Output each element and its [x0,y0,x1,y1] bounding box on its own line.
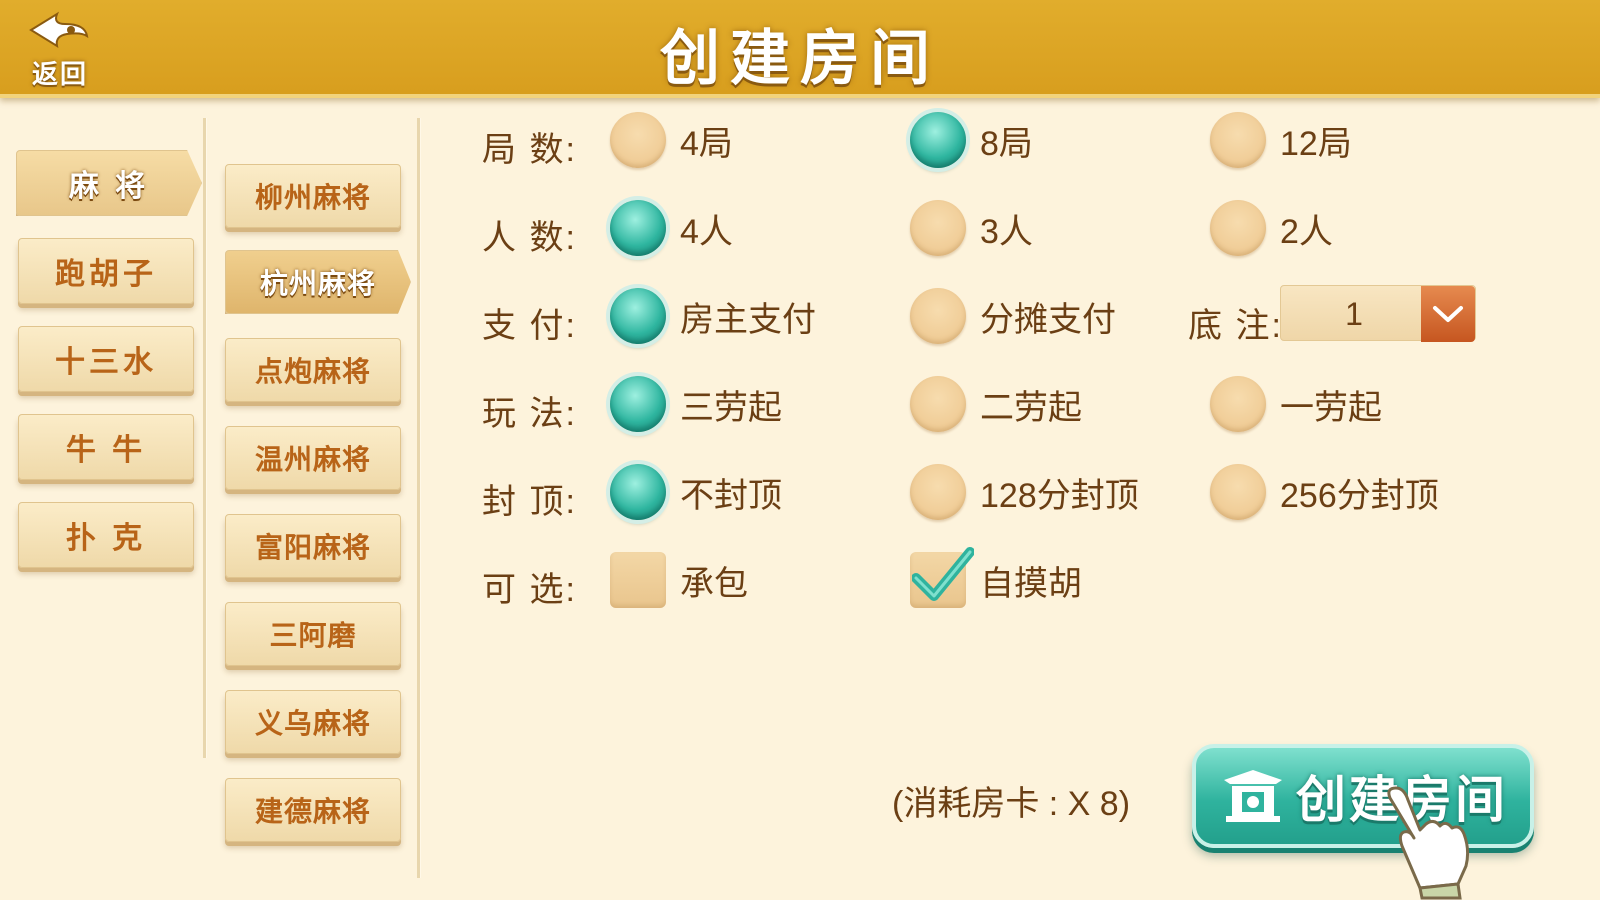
players-label: 人 数: [482,219,577,257]
chevron-down-icon[interactable] [1421,286,1475,342]
extras-option-contract[interactable]: 承包 [610,552,748,608]
game-label: 柳州麻将 [254,182,371,213]
rounds-option-4[interactable]: 4局 [610,112,733,168]
category-label: 跑胡子 [55,258,157,291]
option-label: 房主支付 [680,300,816,339]
option-label: 128分封顶 [980,476,1139,515]
radio-selected-icon [610,288,666,344]
game-dianpao-mahjong[interactable]: 点炮麻将 [225,338,401,402]
extras-label: 可 选: [482,571,577,609]
radio-selected-icon [610,376,666,432]
category-shisanshui[interactable]: 十三水 [18,326,194,392]
play-option-3[interactable]: 三劳起 [610,376,782,432]
cap-option-128[interactable]: 128分封顶 [910,464,1139,520]
extras-option-self-draw[interactable]: 自摸胡 [910,547,1082,608]
radio-icon [1210,200,1266,256]
rounds-option-12[interactable]: 12局 [1210,112,1352,168]
checkbox-checked-icon [910,547,974,608]
players-option-3[interactable]: 3人 [910,200,1033,256]
option-label: 自摸胡 [980,564,1082,603]
radio-selected-icon [910,112,966,168]
game-label: 温州麻将 [254,444,371,475]
pointing-hand-icon [1387,786,1470,900]
game-yiwu-mahjong[interactable]: 义乌麻将 [225,690,401,754]
rounds-label: 局 数: [482,131,577,169]
radio-icon [910,464,966,520]
category-paohuzi[interactable]: 跑胡子 [18,238,194,304]
payment-label: 支 付: [482,307,577,345]
game-label: 三阿磨 [269,620,357,651]
players-option-2[interactable]: 2人 [1210,200,1333,256]
option-label: 一劳起 [1280,388,1382,427]
category-label: 牛 牛 [65,434,147,467]
radio-icon [910,288,966,344]
cap-label: 封 顶: [482,483,577,521]
category-niuniu[interactable]: 牛 牛 [18,414,194,480]
play-option-1[interactable]: 一劳起 [1210,376,1382,432]
option-label: 3人 [980,212,1033,251]
game-sanamo[interactable]: 三阿磨 [225,602,401,666]
option-label: 8局 [980,124,1033,163]
divider [203,118,207,758]
radio-selected-icon [610,200,666,256]
category-label: 十三水 [55,346,157,379]
top-bar: 返回 创建房间 [0,0,1600,98]
category-label: 扑 克 [65,522,147,555]
option-label: 4人 [680,212,733,251]
create-room-button[interactable]: 创建房间 [1192,744,1534,848]
play-label: 玩 法: [482,395,577,433]
radio-icon [1210,112,1266,168]
play-option-2[interactable]: 二劳起 [910,376,1082,432]
option-label: 承包 [680,564,748,603]
option-label: 2人 [1280,212,1333,251]
room-card-cost: (消耗房卡 : X 8) [892,785,1131,823]
game-hangzhou-mahjong[interactable]: 杭州麻将 [225,250,411,314]
house-icon [1224,770,1282,822]
game-liuzhou-mahjong[interactable]: 柳州麻将 [225,164,401,228]
option-label: 二劳起 [980,388,1082,427]
payment-option-split[interactable]: 分摊支付 [910,288,1116,344]
base-bet-select[interactable]: 1 [1280,285,1476,342]
base-bet-value: 1 [1345,296,1363,332]
base-bet-label: 底 注: [1188,307,1283,345]
checkbox-icon [610,552,666,608]
category-poker[interactable]: 扑 克 [18,502,194,568]
cap-option-none[interactable]: 不封顶 [610,464,782,520]
game-label: 杭州麻将 [259,268,376,299]
game-wenzhou-mahjong[interactable]: 温州麻将 [225,426,401,490]
radio-icon [910,376,966,432]
divider [417,118,421,878]
game-label: 富阳麻将 [254,532,371,563]
radio-icon [910,200,966,256]
game-label: 建德麻将 [254,796,371,827]
category-label: 麻 将 [68,170,150,203]
game-label: 义乌麻将 [254,708,371,739]
game-jiande-mahjong[interactable]: 建德麻将 [225,778,401,842]
radio-icon [1210,376,1266,432]
page-title: 创建房间 [660,24,940,94]
radio-selected-icon [610,464,666,520]
game-label: 点炮麻将 [254,356,371,387]
option-label: 256分封顶 [1280,476,1439,515]
option-label: 12局 [1280,124,1352,163]
category-mahjong[interactable]: 麻 将 [16,150,202,216]
game-fuyang-mahjong[interactable]: 富阳麻将 [225,514,401,578]
option-label: 三劳起 [680,388,782,427]
radio-icon [1210,464,1266,520]
cap-option-256[interactable]: 256分封顶 [1210,464,1439,520]
rounds-option-8[interactable]: 8局 [910,112,1033,168]
option-label: 分摊支付 [980,300,1116,339]
option-label: 不封顶 [680,476,782,515]
radio-icon [610,112,666,168]
payment-option-host[interactable]: 房主支付 [610,288,816,344]
players-option-4[interactable]: 4人 [610,200,733,256]
option-label: 4局 [680,124,733,163]
